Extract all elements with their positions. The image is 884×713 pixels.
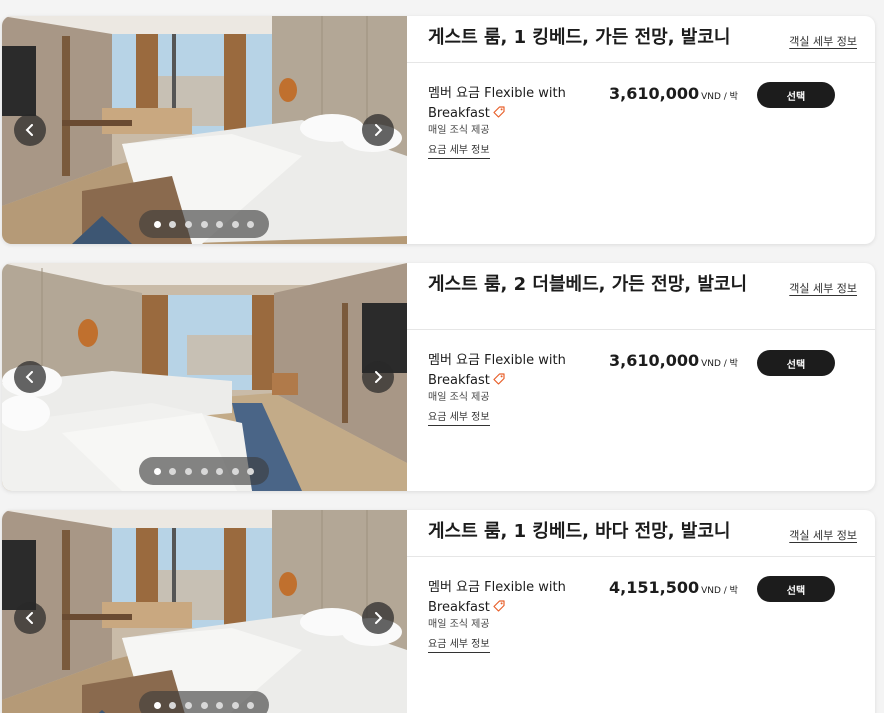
rate-block: 멤버 요금 Flexible with Breakfast 매일 조식 제공 요… — [428, 84, 573, 159]
room-details-link[interactable]: 객실 세부 정보 — [789, 280, 857, 296]
chevron-right-icon — [375, 611, 383, 624]
select-button[interactable]: 선택 — [757, 82, 835, 108]
room-details-link[interactable]: 객실 세부 정보 — [789, 527, 857, 543]
carousel-dot[interactable] — [169, 220, 177, 228]
room-details-link[interactable]: 객실 세부 정보 — [789, 33, 857, 49]
carousel-dot[interactable] — [184, 467, 192, 475]
carousel-next-button[interactable] — [362, 361, 394, 393]
room-photo-carousel — [2, 510, 407, 713]
carousel-dot[interactable] — [231, 467, 239, 475]
rate-benefit: 매일 조식 제공 — [428, 619, 490, 630]
carousel-dot[interactable] — [153, 220, 161, 228]
price-block: 3,610,000 VND / 박 — [609, 84, 738, 103]
price-unit: VND / 박 — [701, 586, 738, 596]
room-card-2: 게스트 룸, 2 더블베드, 가든 전망, 발코니 객실 세부 정보 멤버 요금… — [2, 263, 875, 491]
carousel-next-button[interactable] — [362, 114, 394, 146]
carousel-dot[interactable] — [184, 701, 192, 709]
tag-icon — [493, 106, 505, 118]
carousel-dot[interactable] — [200, 467, 208, 475]
carousel-dot[interactable] — [184, 220, 192, 228]
room-info: 게스트 룸, 1 킹베드, 가든 전망, 발코니 객실 세부 정보 멤버 요금 … — [407, 16, 875, 244]
carousel-prev-button[interactable] — [14, 361, 46, 393]
select-button[interactable]: 선택 — [757, 576, 835, 602]
price-block: 3,610,000 VND / 박 — [609, 351, 738, 370]
price-block: 4,151,500 VND / 박 — [609, 578, 738, 597]
price-unit: VND / 박 — [701, 92, 738, 102]
carousel-dot[interactable] — [247, 701, 255, 709]
carousel-dot[interactable] — [247, 467, 255, 475]
rate-details-link[interactable]: 요금 세부 정보 — [428, 411, 490, 426]
room-title: 게스트 룸, 1 킹베드, 바다 전망, 발코니 — [428, 521, 731, 542]
room-photo — [2, 510, 407, 713]
carousel-dot[interactable] — [169, 701, 177, 709]
price-amount: 3,610,000 — [609, 351, 700, 370]
carousel-dot[interactable] — [231, 220, 239, 228]
carousel-prev-button[interactable] — [14, 601, 46, 634]
rate-block: 멤버 요금 Flexible with Breakfast 매일 조식 제공 요… — [428, 351, 573, 426]
chevron-left-icon — [25, 371, 33, 383]
select-button[interactable]: 선택 — [757, 350, 835, 376]
tag-icon — [493, 600, 505, 612]
room-info: 게스트 룸, 1 킹베드, 바다 전망, 발코니 객실 세부 정보 멤버 요금 … — [407, 510, 875, 713]
carousel-dot[interactable] — [216, 467, 224, 475]
rate-benefit: 매일 조식 제공 — [428, 392, 490, 403]
carousel-dot[interactable] — [200, 220, 208, 228]
carousel-prev-button[interactable] — [14, 114, 46, 146]
rate-name: 멤버 요금 Flexible with Breakfast — [428, 84, 573, 124]
carousel-dot[interactable] — [231, 701, 239, 709]
room-info: 게스트 룸, 2 더블베드, 가든 전망, 발코니 객실 세부 정보 멤버 요금… — [407, 263, 875, 491]
carousel-pagination — [139, 457, 269, 485]
rate-block: 멤버 요금 Flexible with Breakfast 매일 조식 제공 요… — [428, 578, 573, 653]
carousel-dot[interactable] — [169, 467, 177, 475]
price-amount: 3,610,000 — [609, 84, 700, 103]
chevron-right-icon — [375, 371, 383, 383]
price-amount: 4,151,500 — [609, 578, 700, 597]
room-header: 게스트 룸, 2 더블베드, 가든 전망, 발코니 객실 세부 정보 — [407, 263, 875, 330]
rate-details-link[interactable]: 요금 세부 정보 — [428, 144, 490, 159]
room-title: 게스트 룸, 1 킹베드, 가든 전망, 발코니 — [428, 27, 731, 48]
chevron-right-icon — [375, 124, 383, 136]
carousel-dot[interactable] — [216, 220, 224, 228]
room-photo-carousel — [2, 263, 407, 491]
carousel-pagination — [139, 691, 269, 713]
carousel-dot[interactable] — [153, 701, 161, 709]
room-header: 게스트 룸, 1 킹베드, 바다 전망, 발코니 객실 세부 정보 — [407, 510, 875, 557]
room-card-3: 게스트 룸, 1 킹베드, 바다 전망, 발코니 객실 세부 정보 멤버 요금 … — [2, 510, 875, 713]
room-photo-carousel — [2, 16, 407, 244]
rate-name: 멤버 요금 Flexible with Breakfast — [428, 351, 573, 391]
rate-benefit: 매일 조식 제공 — [428, 125, 490, 136]
chevron-left-icon — [25, 124, 33, 136]
chevron-left-icon — [25, 611, 33, 624]
rate-name: 멤버 요금 Flexible with Breakfast — [428, 578, 573, 618]
carousel-dot[interactable] — [247, 220, 255, 228]
rate-details-link[interactable]: 요금 세부 정보 — [428, 638, 490, 653]
carousel-dot[interactable] — [200, 701, 208, 709]
room-header: 게스트 룸, 1 킹베드, 가든 전망, 발코니 객실 세부 정보 — [407, 16, 875, 63]
room-card-1: 게스트 룸, 1 킹베드, 가든 전망, 발코니 객실 세부 정보 멤버 요금 … — [2, 16, 875, 244]
price-unit: VND / 박 — [701, 359, 738, 369]
tag-icon — [493, 373, 505, 385]
room-title: 게스트 룸, 2 더블베드, 가든 전망, 발코니 — [428, 274, 748, 295]
carousel-dot[interactable] — [153, 467, 161, 475]
carousel-next-button[interactable] — [362, 601, 394, 634]
carousel-dot[interactable] — [216, 701, 224, 709]
carousel-pagination — [139, 210, 269, 238]
